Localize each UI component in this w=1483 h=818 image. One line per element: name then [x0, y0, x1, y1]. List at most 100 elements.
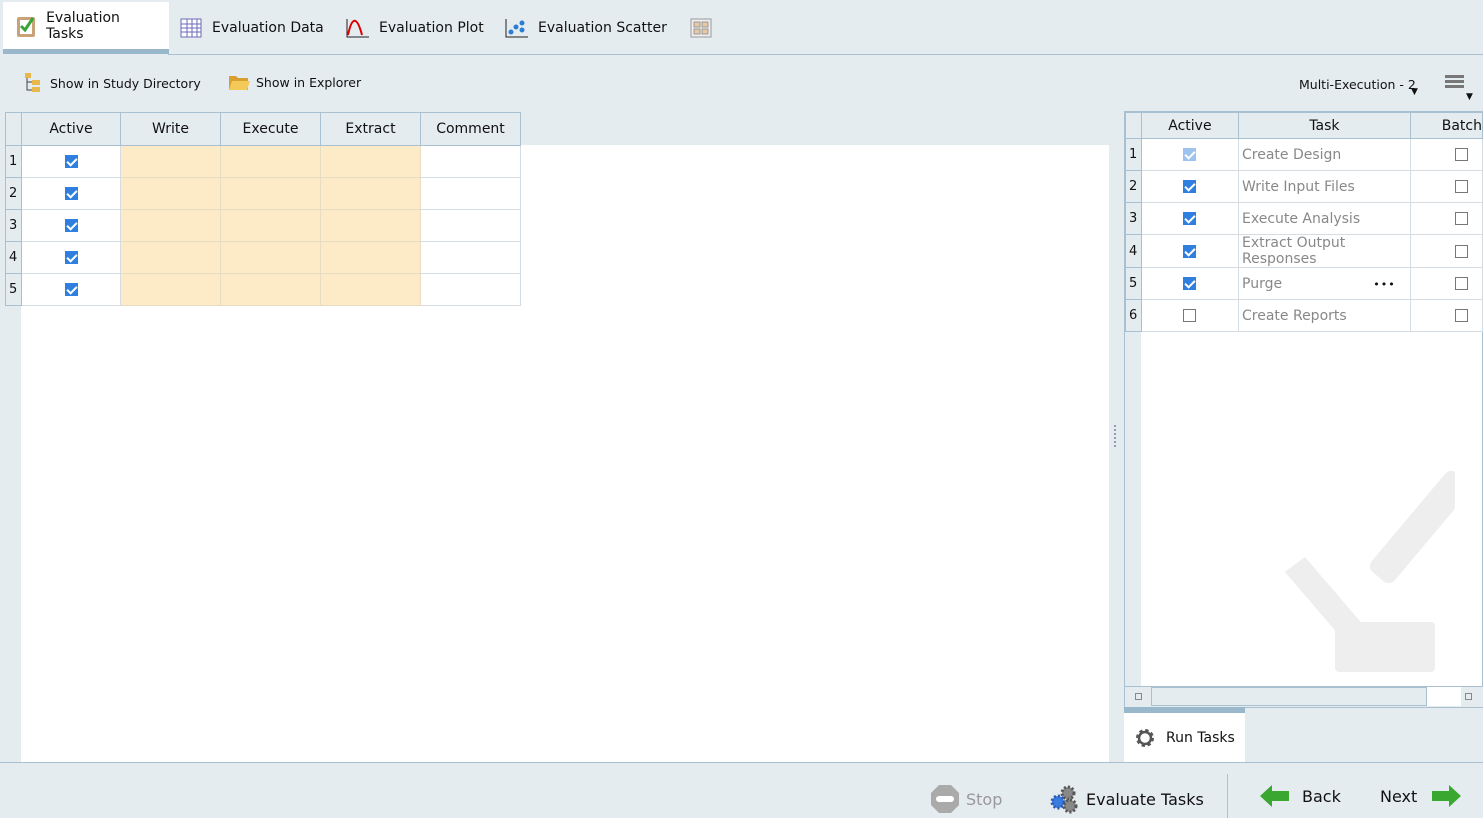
task-cell[interactable]: Create Reports	[1238, 299, 1411, 332]
more-options-button[interactable]: •••	[1373, 278, 1395, 291]
extract-cell[interactable]	[320, 145, 421, 178]
active-cell[interactable]	[1140, 267, 1240, 300]
active-cell[interactable]	[1140, 138, 1240, 171]
tab-evaluation-plot[interactable]: Evaluation Plot	[333, 2, 496, 54]
tab-evaluation-data[interactable]: Evaluation Data	[168, 2, 336, 54]
comment-cell[interactable]	[420, 241, 521, 274]
checkbox[interactable]	[64, 251, 78, 264]
horizontal-scrollbar[interactable]	[1125, 686, 1483, 707]
task-table: Active Task Batch 1 Create Design 2 Writ…	[1125, 112, 1483, 332]
active-cell[interactable]	[21, 209, 121, 242]
write-cell[interactable]	[120, 241, 221, 274]
column-header-execute[interactable]: Execute	[220, 112, 321, 146]
execute-cell[interactable]	[220, 209, 321, 242]
batch-cell[interactable]	[1409, 202, 1483, 235]
stop-button[interactable]: Stop	[930, 784, 1002, 814]
batch-cell[interactable]	[1409, 234, 1483, 268]
column-header-comment[interactable]: Comment	[420, 112, 521, 146]
write-cell[interactable]	[120, 273, 221, 306]
tab-label: Evaluation Tasks	[46, 9, 120, 42]
checkbox[interactable]	[1183, 309, 1197, 322]
evaluate-tasks-button[interactable]: Evaluate Tasks	[1048, 784, 1204, 814]
write-cell[interactable]	[120, 177, 221, 210]
extract-cell[interactable]	[320, 177, 421, 210]
checkbox[interactable]	[1454, 212, 1468, 225]
extract-cell[interactable]	[320, 241, 421, 274]
back-button[interactable]: Back	[1260, 784, 1341, 808]
task-name: Extract Output Responses	[1242, 235, 1346, 267]
batch-cell[interactable]	[1409, 267, 1483, 300]
task-cell[interactable]: Extract Output Responses	[1238, 234, 1411, 268]
run-tasks-tab[interactable]: Run Tasks	[1124, 707, 1245, 762]
write-cell[interactable]	[120, 145, 221, 178]
batch-cell[interactable]	[1409, 138, 1483, 171]
next-button[interactable]: Next	[1380, 784, 1462, 808]
row-number: 3	[5, 209, 22, 242]
active-cell[interactable]	[21, 145, 121, 178]
task-cell[interactable]: Create Design	[1238, 138, 1411, 171]
tab-label: Evaluation Plot	[379, 20, 484, 36]
column-header-active[interactable]: Active	[1140, 112, 1240, 139]
execute-cell[interactable]	[220, 177, 321, 210]
column-header-batch[interactable]: Batch	[1409, 112, 1483, 139]
show-in-explorer-button[interactable]: Show in Explorer	[228, 72, 361, 92]
task-name: Create Design	[1242, 146, 1342, 163]
extract-cell[interactable]	[320, 273, 421, 306]
active-cell[interactable]	[1140, 234, 1240, 268]
folder-icon	[229, 76, 250, 90]
evaluation-tasks-table: Active Write Execute Extract Comment 1 2…	[5, 112, 521, 306]
checkbox[interactable]	[64, 155, 78, 168]
comment-cell[interactable]	[420, 273, 521, 306]
checkbox[interactable]	[1454, 148, 1468, 161]
checkbox[interactable]	[1183, 277, 1197, 290]
active-cell[interactable]	[21, 177, 121, 210]
active-cell[interactable]	[1140, 299, 1240, 332]
checkbox[interactable]	[64, 283, 78, 296]
table-row: 4	[5, 241, 521, 274]
menu-icon[interactable]: ▼	[1445, 75, 1477, 105]
active-cell[interactable]	[21, 273, 121, 306]
column-header-active[interactable]: Active	[21, 112, 121, 146]
column-header-task[interactable]: Task	[1238, 112, 1411, 139]
checkbox[interactable]	[1183, 212, 1197, 225]
table-row: 5	[5, 273, 521, 306]
layout-grid-icon[interactable]	[690, 18, 712, 42]
execute-cell[interactable]	[220, 273, 321, 306]
checkbox[interactable]	[1183, 180, 1197, 193]
active-cell[interactable]	[21, 241, 121, 274]
execute-cell[interactable]	[220, 241, 321, 274]
row-number: 1	[5, 145, 22, 178]
task-name: Write Input Files	[1242, 178, 1355, 195]
task-cell[interactable]: Purge •••	[1238, 267, 1411, 300]
active-cell[interactable]	[1140, 202, 1240, 235]
tab-evaluation-tasks[interactable]: Evaluation Tasks	[3, 2, 169, 54]
write-cell[interactable]	[120, 209, 221, 242]
comment-cell[interactable]	[420, 209, 521, 242]
column-header-write[interactable]: Write	[120, 112, 221, 146]
task-name: Create Reports	[1242, 307, 1347, 324]
task-cell[interactable]: Write Input Files	[1238, 170, 1411, 203]
column-header-extract[interactable]: Extract	[320, 112, 421, 146]
checkbox[interactable]	[1183, 148, 1197, 161]
checkbox[interactable]	[1454, 277, 1468, 290]
tab-evaluation-scatter[interactable]: Evaluation Scatter	[492, 2, 679, 54]
stop-icon	[931, 785, 959, 813]
comment-cell[interactable]	[420, 145, 521, 178]
active-cell[interactable]	[1140, 170, 1240, 203]
extract-cell[interactable]	[320, 209, 421, 242]
multi-execution-dropdown[interactable]: Multi-Execution - 2 ▼	[1299, 77, 1418, 97]
show-in-study-directory-button[interactable]: Show in Study Directory	[24, 72, 201, 94]
batch-cell[interactable]	[1409, 170, 1483, 203]
scrollbar-thumb[interactable]	[1151, 687, 1427, 706]
checkbox[interactable]	[1454, 180, 1468, 193]
batch-cell[interactable]	[1409, 299, 1483, 332]
splitter-handle[interactable]	[1114, 425, 1116, 447]
checkbox[interactable]	[1454, 309, 1468, 322]
checkbox[interactable]	[64, 187, 78, 200]
task-cell[interactable]: Execute Analysis	[1238, 202, 1411, 235]
comment-cell[interactable]	[420, 177, 521, 210]
checkbox[interactable]	[1454, 244, 1468, 258]
checkbox[interactable]	[64, 219, 78, 232]
checkbox[interactable]	[1183, 244, 1197, 258]
execute-cell[interactable]	[220, 145, 321, 178]
